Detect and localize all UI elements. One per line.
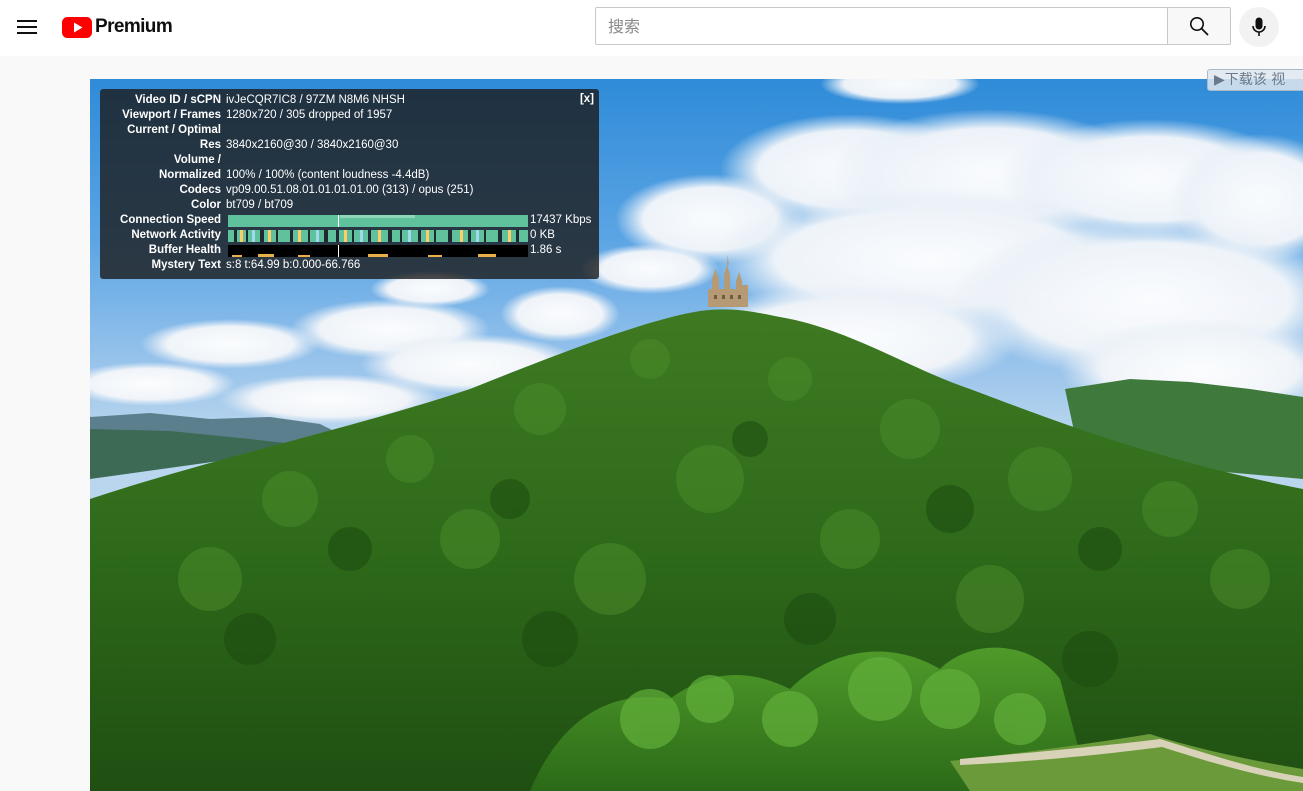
stats-label: Connection Speed <box>120 214 221 226</box>
stats-label: Buffer Health <box>148 244 221 256</box>
stats-row-network-activity: Network Activity 0 KB <box>100 228 595 243</box>
stats-for-nerds-panel: [x] Video ID / sCPN ivJeCQR7IC8 / 97ZM N… <box>100 89 599 279</box>
stats-row-current-optimal: Current / Optimal <box>100 123 580 138</box>
network-activity-value: 0 KB <box>530 229 555 241</box>
stats-close-button[interactable]: [x] <box>580 93 594 105</box>
connection-speed-graph <box>228 215 528 227</box>
stats-label: Current / Optimal <box>127 124 221 136</box>
stats-row-volume: Volume / <box>100 153 580 168</box>
stats-value: ivJeCQR7IC8 / 97ZM N8M6 NHSH <box>226 94 405 106</box>
search-icon <box>1190 17 1209 36</box>
stats-row-normalized: Normalized 100% / 100% (content loudness… <box>100 168 580 183</box>
stats-label: Mystery Text <box>151 259 221 271</box>
microphone-icon <box>1252 17 1266 36</box>
stats-row-mystery-text: Mystery Text s:8 t:64.99 b:0.000-66.766 <box>100 258 580 273</box>
hamburger-menu-icon <box>17 20 37 34</box>
stats-row-buffer-health: Buffer Health 1.86 s <box>100 243 595 258</box>
menu-button[interactable] <box>12 8 42 46</box>
stats-row-res: Res 3840x2160@30 / 3840x2160@30 <box>100 138 580 153</box>
stats-value: vp09.00.51.08.01.01.01.01.00 (313) / opu… <box>226 184 474 196</box>
connection-speed-value: 17437 Kbps <box>530 214 592 226</box>
stats-row-color: Color bt709 / bt709 <box>100 198 580 213</box>
stats-value: 3840x2160@30 / 3840x2160@30 <box>226 139 399 151</box>
stats-label: Video ID / sCPN <box>134 94 221 106</box>
stats-label: Volume / <box>173 154 221 166</box>
search-box <box>595 7 1167 45</box>
voice-search-button[interactable] <box>1239 7 1279 47</box>
stats-label: Res <box>199 139 221 151</box>
stats-label: Normalized <box>159 169 221 181</box>
stats-label: Viewport / Frames <box>122 109 221 121</box>
stats-value: bt709 / bt709 <box>226 199 294 211</box>
network-activity-graph <box>228 230 528 242</box>
stats-value: 1280x720 / 305 dropped of 1957 <box>226 109 393 121</box>
buffer-health-value: 1.86 s <box>530 244 562 256</box>
stats-label: Codecs <box>179 184 221 196</box>
stats-label: Color <box>190 199 221 211</box>
buffer-health-graph <box>228 245 528 257</box>
stats-value: 100% / 100% (content loudness -4.4dB) <box>226 169 430 181</box>
search-input[interactable] <box>596 8 1167 44</box>
stats-label: Network Activity <box>131 229 221 241</box>
stats-row-connection-speed: Connection Speed 17437 Kbps <box>100 213 595 228</box>
top-bar: Premium <box>0 0 1303 56</box>
stats-row-video-id: Video ID / sCPN ivJeCQR7IC8 / 97ZM N8M6 … <box>100 93 580 108</box>
download-video-tab[interactable]: ▶下载该 视 <box>1207 69 1303 91</box>
stats-row-codecs: Codecs vp09.00.51.08.01.01.01.01.00 (313… <box>100 183 580 198</box>
youtube-premium-logo[interactable]: Premium <box>62 16 173 38</box>
youtube-play-icon <box>62 16 92 38</box>
logo-text: Premium <box>95 16 173 37</box>
stats-row-viewport: Viewport / Frames 1280x720 / 305 dropped… <box>100 108 580 123</box>
stats-value: s:8 t:64.99 b:0.000-66.766 <box>226 259 361 271</box>
search-button[interactable] <box>1167 7 1231 45</box>
